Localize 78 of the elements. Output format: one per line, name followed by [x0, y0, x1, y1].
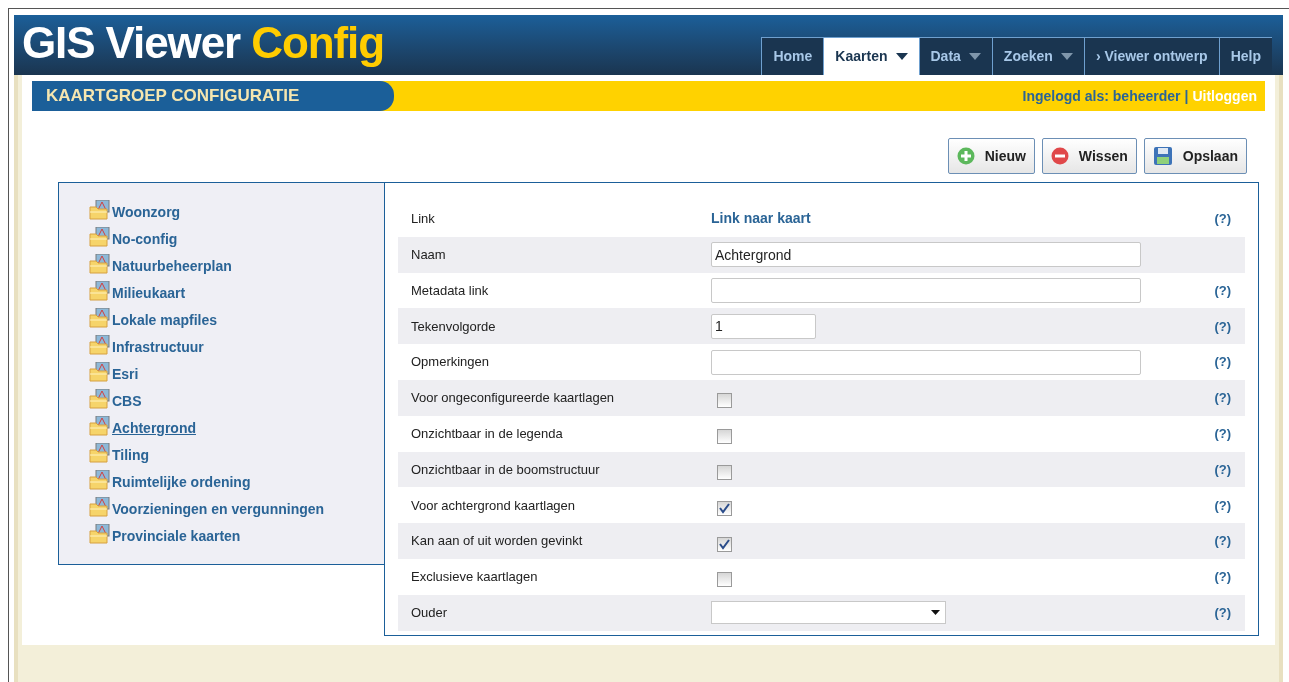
map-folder-icon [89, 415, 110, 436]
tree-item[interactable]: Natuurbeheerplan [112, 257, 232, 274]
text-field[interactable] [711, 349, 1141, 375]
help-link[interactable]: (?) [1214, 531, 1231, 551]
tree-item[interactable]: Provinciale kaarten [112, 527, 241, 544]
app-logo: GIS Viewer Config [21, 17, 384, 67]
field-label: Onzichtbaar in de legenda [410, 424, 564, 443]
help-link[interactable]: (?) [1214, 423, 1231, 444]
tree-item[interactable]: Infrastructuur [112, 338, 204, 355]
map-link[interactable]: Link naar kaart [711, 208, 811, 230]
tree-item[interactable]: Ruimtelijke ordening [112, 473, 251, 490]
tree-item[interactable]: CBS [112, 392, 142, 409]
delete-button[interactable]: Wissen [1041, 138, 1137, 174]
nav-tab[interactable]: Kaarten [823, 37, 919, 75]
text-field[interactable]: 1 [711, 313, 816, 339]
new-button[interactable]: Nieuw [947, 138, 1035, 174]
separator: | [1184, 86, 1189, 106]
help-link[interactable]: (?) [1214, 567, 1231, 587]
page-title: KAARTGROEP CONFIGURATIE [32, 81, 395, 111]
map-folder-icon [89, 496, 110, 517]
map-folder-icon [89, 199, 110, 220]
map-folder-icon [89, 334, 110, 355]
help-link[interactable]: (?) [1214, 280, 1231, 301]
plus-icon [956, 147, 975, 165]
checkbox[interactable] [717, 572, 732, 588]
minus-icon [1050, 147, 1069, 165]
nav-tab[interactable]: › Viewer ontwerp [1083, 37, 1219, 75]
map-folder-icon [89, 442, 110, 463]
save-button[interactable]: Opslaan [1143, 138, 1247, 174]
field-label: Ouder [410, 603, 449, 622]
map-folder-icon [89, 307, 110, 328]
map-folder-icon [89, 523, 110, 544]
dropdown-select[interactable] [711, 601, 946, 625]
help-link[interactable]: (?) [1214, 602, 1231, 623]
text-field[interactable]: Achtergrond [711, 242, 1141, 268]
map-folder-icon [89, 388, 110, 409]
tree-item[interactable]: Milieukaart [112, 284, 186, 301]
field-label: Kan aan of uit worden gevinkt [410, 532, 584, 551]
text-field[interactable] [711, 278, 1141, 303]
map-folder-icon [89, 361, 110, 382]
nav-tab[interactable]: Home [761, 37, 824, 75]
tree-item[interactable]: Lokale mapfiles [112, 311, 218, 328]
tree-item[interactable]: No-config [112, 230, 178, 247]
nav-tab[interactable]: Data [918, 37, 992, 75]
tree-item[interactable]: Achtergrond [112, 419, 196, 436]
help-link[interactable]: (?) [1214, 209, 1231, 229]
caret-icon [931, 610, 940, 616]
field-label: Link [410, 210, 436, 229]
field-label: Opmerkingen [410, 353, 491, 372]
save-icon [1152, 146, 1173, 166]
map-folder-icon [89, 226, 110, 247]
tree-item[interactable]: Tiling [112, 446, 150, 463]
field-label: Voor ongeconfigureerde kaartlagen [410, 389, 616, 408]
checkbox[interactable] [717, 500, 732, 516]
field-label: Naam [410, 245, 447, 264]
nav-tab[interactable]: Help [1218, 37, 1272, 75]
field-label: Metadata link [410, 281, 490, 300]
field-label: Onzichtbaar in de boomstructuur [410, 460, 601, 479]
nav-tab[interactable]: Zoeken [991, 37, 1084, 75]
login-status: Ingelogd als: beheerder [1022, 86, 1181, 106]
help-link[interactable]: (?) [1214, 495, 1231, 515]
map-folder-icon [89, 253, 110, 274]
help-link[interactable]: (?) [1214, 388, 1231, 408]
help-link[interactable]: (?) [1214, 316, 1231, 337]
tree-item[interactable]: Voorzieningen en vergunningen [112, 500, 325, 517]
tree-item[interactable]: Woonzorg [112, 203, 181, 220]
checkbox[interactable] [717, 536, 732, 552]
field-label: Tekenvolgorde [410, 317, 497, 336]
checkbox[interactable] [717, 393, 732, 409]
map-folder-icon [89, 280, 110, 301]
field-label: Voor achtergrond kaartlagen [410, 496, 577, 515]
checkbox[interactable] [717, 429, 732, 445]
help-link[interactable]: (?) [1214, 459, 1231, 480]
help-link[interactable]: (?) [1214, 352, 1231, 372]
checkbox[interactable] [717, 464, 732, 480]
tree-item[interactable]: Esri [112, 365, 139, 382]
field-label: Exclusieve kaartlagen [410, 568, 539, 587]
map-folder-icon [89, 469, 110, 490]
